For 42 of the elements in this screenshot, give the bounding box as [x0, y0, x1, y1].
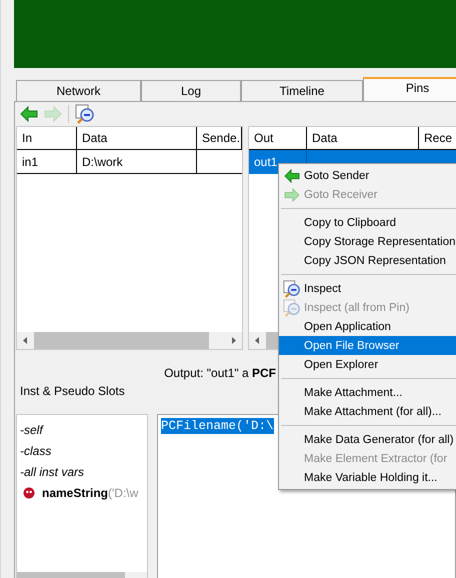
right-arrow-icon	[284, 188, 300, 202]
output-description: Output: "out1" a PCF	[164, 366, 276, 380]
section-label: Inst & Pseudo Slots	[20, 384, 125, 398]
list-item[interactable]: nameString('D:\w	[42, 486, 138, 500]
tab[interactable]: Pins	[363, 77, 456, 101]
menu-item[interactable]: Make Data Generator (for all)	[279, 430, 456, 449]
magnifier-icon	[282, 280, 300, 298]
magnifier-icon	[282, 298, 300, 316]
tab[interactable]: Log	[141, 80, 241, 101]
list-item[interactable]: -class	[20, 444, 52, 458]
menu-item[interactable]: Copy Storage Representation	[279, 232, 456, 251]
table-row[interactable]: in1 D:\work	[17, 150, 242, 174]
tab[interactable]: Timeline	[241, 80, 363, 101]
variable-icon	[23, 486, 35, 498]
magnifier-icon[interactable]	[75, 104, 95, 124]
horizontal-scrollbar[interactable]	[17, 572, 147, 578]
tab[interactable]: Network	[16, 80, 141, 101]
column-header[interactable]: Data	[77, 127, 197, 149]
table-cell: D:\work	[82, 154, 123, 168]
column-header[interactable]: In	[17, 127, 77, 149]
menu-item[interactable]: Inspect	[279, 279, 456, 298]
left-arrow-icon[interactable]	[20, 106, 38, 122]
horizontal-scrollbar[interactable]	[17, 332, 242, 349]
menu-item[interactable]: Open File Browser	[279, 336, 456, 355]
menu-item[interactable]: Copy JSON Representation	[279, 251, 456, 270]
column-header[interactable]: Rece	[419, 127, 456, 149]
list-item[interactable]: -all inst vars	[20, 464, 84, 478]
column-header[interactable]: Sende..	[197, 127, 242, 149]
table-cell: in1	[22, 154, 38, 168]
column-header[interactable]: Data	[307, 127, 419, 149]
menu-item[interactable]: Make Attachment...	[279, 383, 456, 402]
menu-item[interactable]: Make Variable Holding it...	[279, 468, 456, 487]
table-cell: out1	[254, 154, 278, 168]
column-header[interactable]: Out	[249, 127, 307, 149]
left-arrow-icon	[284, 168, 300, 182]
scroll-thumb[interactable]	[34, 332, 209, 349]
list-item[interactable]: -self	[20, 422, 43, 436]
menu-item[interactable]: Copy to Clipboard	[279, 213, 456, 232]
menu-item[interactable]: Open Explorer	[279, 355, 456, 374]
menu-item[interactable]: Open Application	[279, 317, 456, 336]
code-text: PCFilename('D:\	[161, 418, 274, 434]
scroll-thumb[interactable]	[17, 572, 125, 578]
